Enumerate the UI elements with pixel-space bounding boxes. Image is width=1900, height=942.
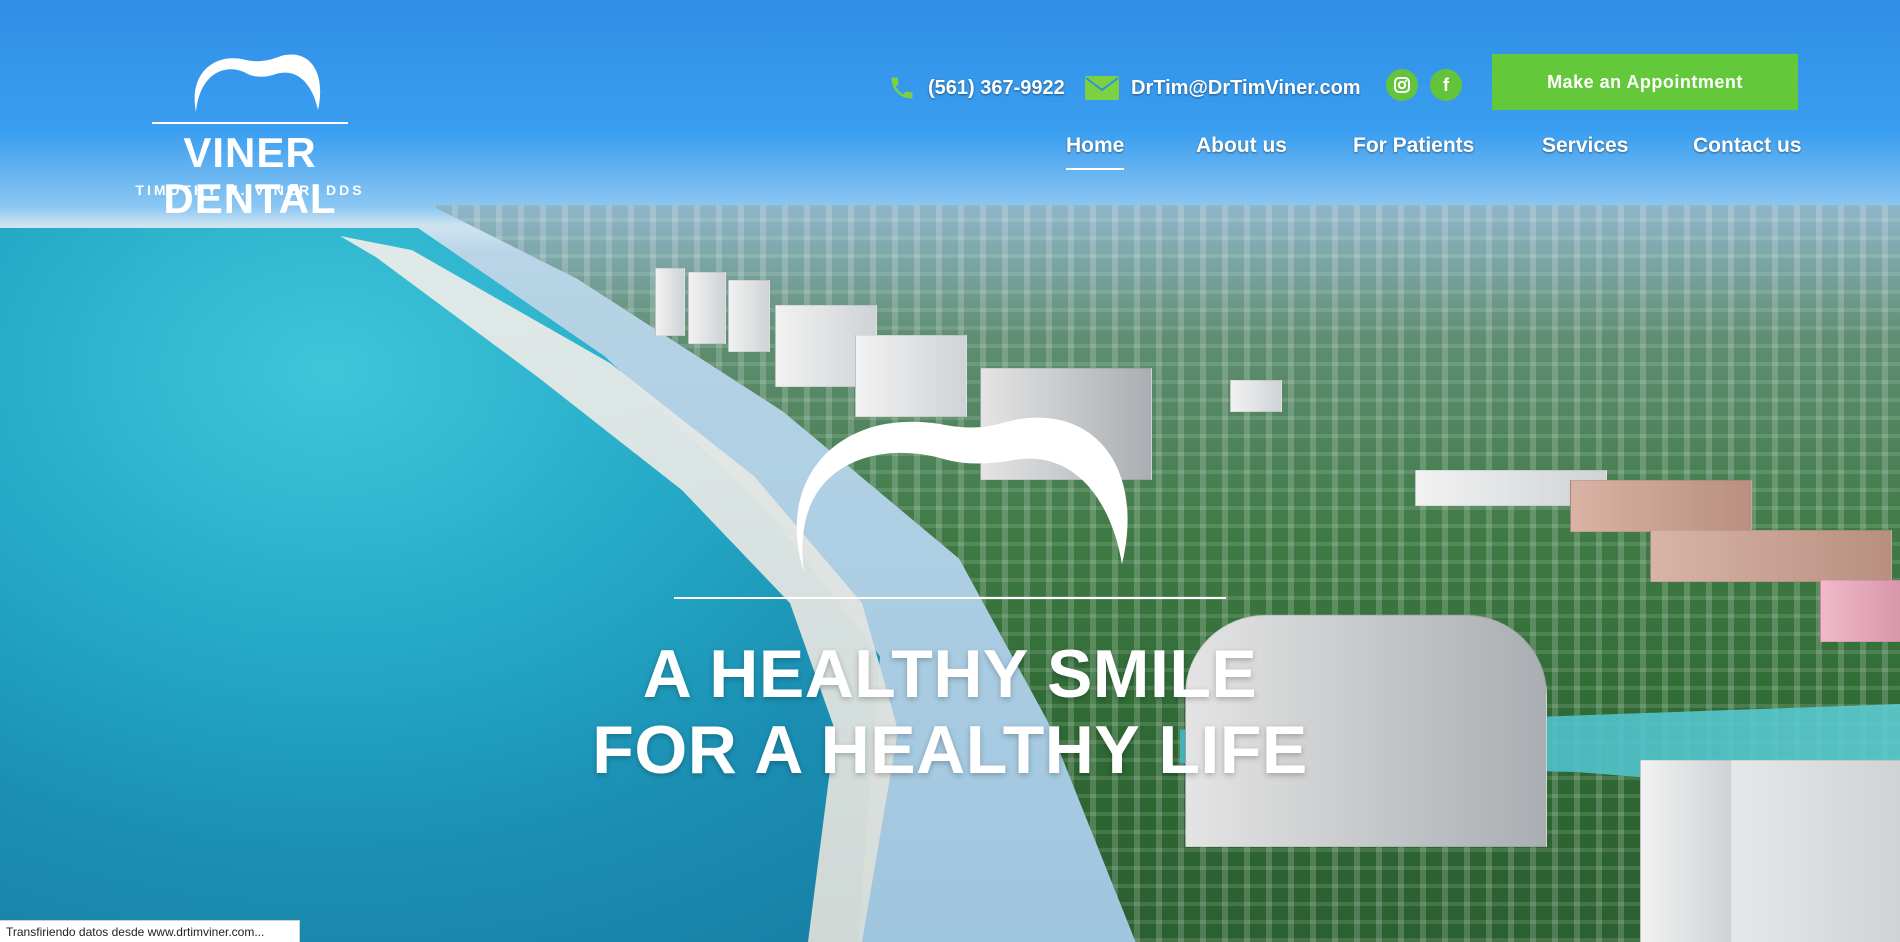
building [688,272,726,344]
building [1570,480,1752,532]
headline-line-1: A HEALTHY SMILE [642,636,1258,712]
building [1640,760,1732,942]
building [855,335,967,417]
facebook-glyph: f [1443,74,1449,95]
building [728,280,770,352]
logo-divider [152,122,348,124]
email-address: DrTim@DrTimViner.com [1131,76,1361,99]
hero-headline: A HEALTHY SMILE FOR A HEALTHY LIFE [550,636,1350,788]
facebook-icon[interactable]: f [1430,69,1462,101]
phone-contact[interactable]: (561) 367-9922 [888,68,1065,108]
building [655,268,685,336]
nav-label: For Patients [1353,134,1475,157]
nav-label: Home [1066,134,1125,157]
instagram-glyph [1394,77,1410,93]
make-appointment-button[interactable]: Make an Appointment [1492,54,1798,110]
brand-name: VINER DENTAL [163,129,337,223]
brand-subtitle: TIMOTHY M. VINER, DDS [135,182,365,198]
nav-item-for-patients[interactable]: For Patients [1353,134,1474,158]
brand-logo[interactable]: VINER DENTAL TIMOTHY M. VINER, DDS [100,52,400,222]
envelope-icon [1085,76,1119,100]
browser-status-bar: Transfiriendo datos desde www.drtimviner… [0,920,300,942]
nav-label: Contact us [1693,134,1802,157]
nav-item-about-us[interactable]: About us [1196,134,1287,158]
building [1650,530,1892,582]
phone-icon [891,77,913,99]
nav-label: Services [1542,134,1629,157]
instagram-icon[interactable] [1386,69,1418,101]
tooth-arch-graphic [796,417,1128,572]
building [1230,380,1282,412]
nav-item-home[interactable]: Home [1066,134,1125,170]
nav-item-services[interactable]: Services [1542,134,1628,158]
hero-divider [674,597,1226,599]
nav-label: About us [1196,134,1287,157]
email-contact[interactable]: DrTim@DrTimViner.com [1085,68,1361,108]
building [1820,580,1900,642]
nav-item-contact-us[interactable]: Contact us [1693,134,1802,158]
tooth-arch-icon [194,54,321,112]
active-underline [1066,168,1125,170]
headline-line-2: FOR A HEALTHY LIFE [592,712,1308,788]
phone-number: (561) 367-9922 [928,76,1065,99]
